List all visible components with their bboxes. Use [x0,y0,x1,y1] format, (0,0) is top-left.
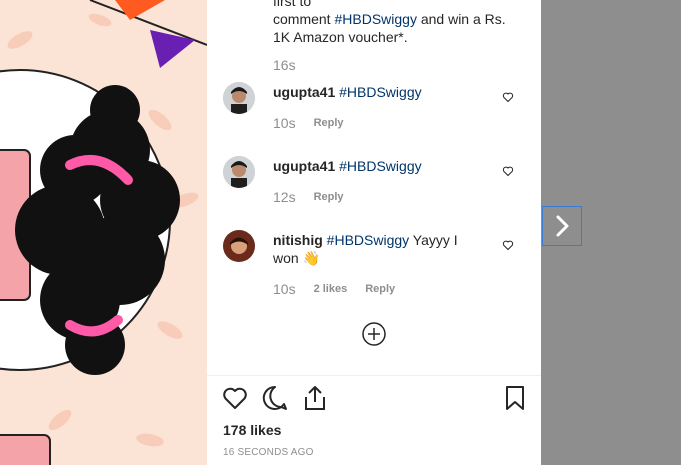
comment-text: ugupta41 #HBDSwiggy [273,157,473,175]
share-icon[interactable] [301,384,329,412]
comment-username[interactable]: ugupta41 [273,158,335,174]
post-timestamp[interactable]: 16 SECONDS AGO [223,447,314,458]
plus-circle-icon[interactable] [362,322,386,346]
next-post-button[interactable] [542,206,582,246]
comment-meta: 10s 2 likes Reply [273,281,395,297]
hashtag-link[interactable]: #HBDSwiggy [339,158,421,174]
reply-button[interactable]: Reply [314,191,344,203]
caption-time[interactable]: 16s [273,57,296,73]
comment-time[interactable]: 10s [273,115,296,131]
caption-text: first to comment #HBDSwiggy and win a Rs… [273,0,506,45]
avatar-photo [223,156,255,188]
reply-button[interactable]: Reply [365,283,395,295]
bookmark-icon[interactable] [501,384,529,412]
comment-meta: 12s Reply [273,189,344,205]
chevron-right-icon [556,215,569,237]
avatar-photo [223,230,255,262]
avatar-photo [223,82,255,114]
comment-likes[interactable]: 2 likes [314,283,348,295]
heart-icon[interactable] [502,239,514,251]
comment-username[interactable]: ugupta41 [273,84,335,100]
heart-icon[interactable] [221,384,249,412]
hashtag-link[interactable]: #HBDSwiggy [327,232,409,248]
avatar[interactable] [223,230,255,262]
hashtag-link[interactable]: #HBDSwiggy [334,11,416,27]
heart-icon[interactable] [502,165,514,177]
comment-username[interactable]: nitishig [273,232,323,248]
heart-icon[interactable] [502,91,514,103]
hashtag-link[interactable]: #HBDSwiggy [339,84,421,100]
comment-time[interactable]: 10s [273,281,296,297]
comment-text: nitishig #HBDSwiggy Yayyy I won 👋 [273,231,473,267]
comment-text: ugupta41 #HBDSwiggy [273,83,473,101]
action-bar [207,384,541,416]
comment-time[interactable]: 12s [273,189,296,205]
reply-button[interactable]: Reply [314,117,344,129]
comment-icon[interactable] [261,384,289,412]
avatar[interactable] [223,82,255,114]
avatar[interactable] [223,156,255,188]
divider [207,375,541,376]
post-illustration [0,0,207,465]
comment-meta: 10s Reply [273,115,344,131]
caption-meta: 16s [273,57,296,73]
comments-list: first to comment #HBDSwiggy and win a Rs… [207,0,541,375]
post-image [0,0,207,465]
post-panel: first to comment #HBDSwiggy and win a Rs… [207,0,541,465]
likes-count[interactable]: 178 likes [223,422,281,438]
